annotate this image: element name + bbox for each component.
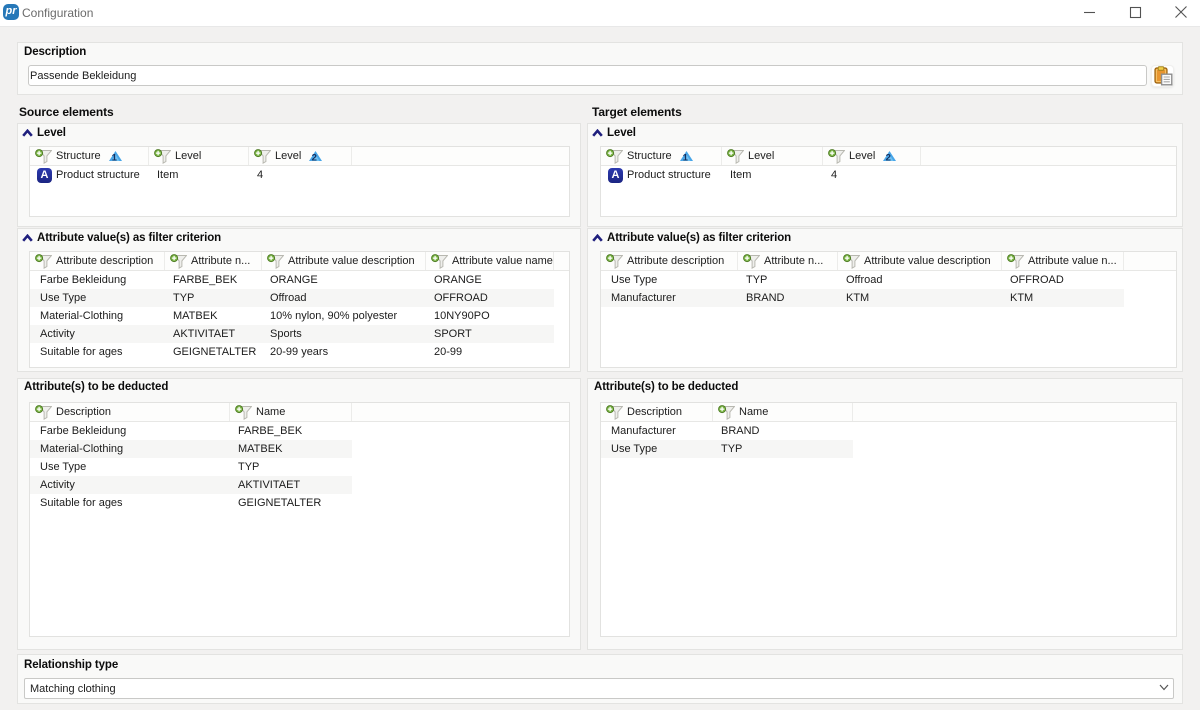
svg-text:2: 2 <box>886 152 891 161</box>
svg-text:1: 1 <box>682 152 688 161</box>
svg-text:2: 2 <box>312 152 317 161</box>
svg-text:1: 1 <box>111 152 117 161</box>
